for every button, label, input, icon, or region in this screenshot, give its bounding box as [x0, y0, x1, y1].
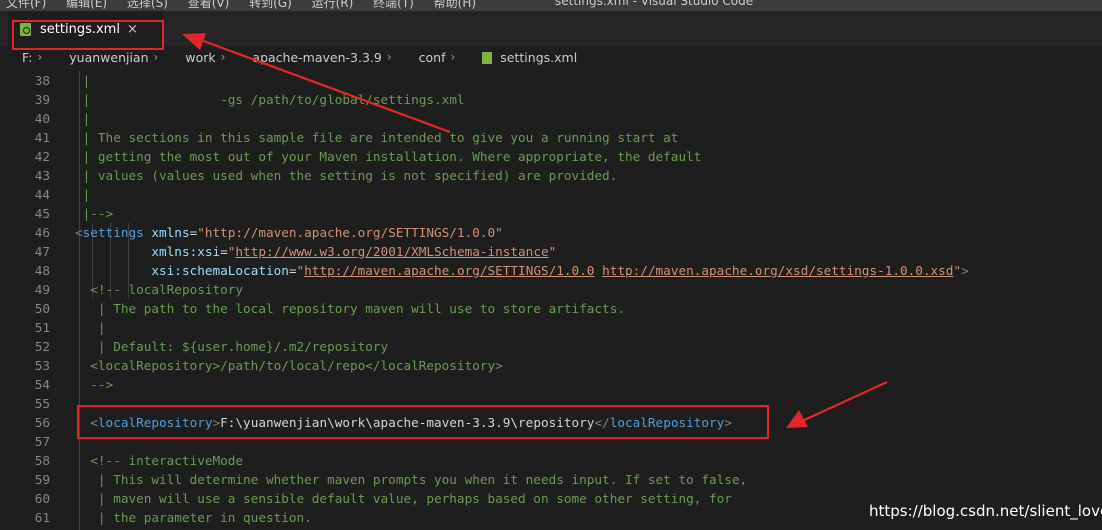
annotation-arrow-tab [182, 33, 451, 134]
annotation-arrows [182, 33, 888, 428]
watermark: https://blog.csdn.net/slient_love [869, 502, 1102, 520]
annotation-arrow-repository [786, 381, 888, 428]
